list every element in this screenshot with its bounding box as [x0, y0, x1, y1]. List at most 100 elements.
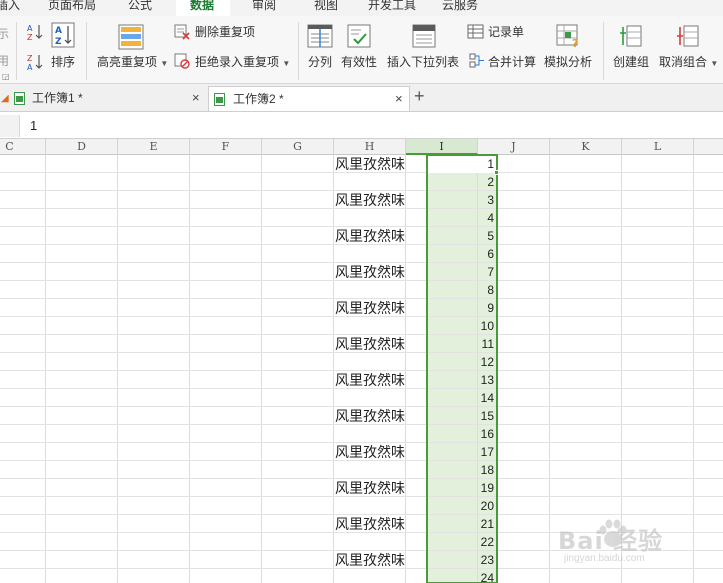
- cell-h3[interactable]: 风里孜然味: [335, 191, 425, 209]
- column-header-c[interactable]: C: [0, 139, 46, 155]
- close-icon[interactable]: ×: [395, 87, 403, 111]
- formula-bar: 1: [0, 112, 723, 139]
- chevron-down-icon: ▼: [160, 59, 169, 68]
- menu-bar: 插入 页面布局 公式 数据 审阅 视图 开发工具 云服务: [0, 0, 723, 16]
- cell-h21[interactable]: 风里孜然味: [335, 515, 425, 533]
- split-columns-icon[interactable]: [307, 24, 333, 48]
- sort-icon[interactable]: A Z: [51, 22, 75, 48]
- modified-marker-icon: ◢: [1, 93, 9, 104]
- gridline-vertical: [333, 155, 334, 583]
- ungroup-label: 取消组合: [659, 55, 708, 69]
- chevron-down-icon: ▼: [710, 59, 719, 68]
- highlight-duplicates-button[interactable]: 高亮重复项 ▼: [97, 55, 168, 71]
- record-form-button[interactable]: 记录单: [488, 25, 524, 39]
- gridline-vertical: [189, 155, 190, 583]
- apply-label-partial[interactable]: 用: [0, 54, 9, 68]
- what-if-analysis-button[interactable]: 模拟分析: [544, 55, 592, 69]
- cell-h5[interactable]: 风里孜然味: [335, 227, 425, 245]
- menu-tab-formulas[interactable]: 公式: [128, 0, 152, 14]
- create-group-icon[interactable]: [619, 24, 643, 48]
- column-header-e[interactable]: E: [118, 139, 190, 155]
- ungroup-icon[interactable]: [676, 24, 700, 48]
- menu-tab-developer[interactable]: 开发工具: [368, 0, 416, 14]
- record-form-icon[interactable]: [467, 24, 484, 39]
- column-header-g[interactable]: G: [262, 139, 334, 155]
- menu-tab-cloud[interactable]: 云服务: [442, 0, 478, 14]
- document-tab-bar: ◢ 工作簿1 * × 工作簿2 * × +: [0, 84, 723, 112]
- column-header-i[interactable]: I: [406, 139, 478, 155]
- formula-input[interactable]: 1: [30, 118, 37, 133]
- ungroup-button[interactable]: 取消组合 ▼: [659, 55, 718, 71]
- gridline-vertical: [261, 155, 262, 583]
- cell-h9[interactable]: 风里孜然味: [335, 299, 425, 317]
- sort-ascending-icon[interactable]: A Z: [25, 22, 45, 42]
- ribbon-separator: [298, 22, 299, 80]
- highlight-duplicates-label: 高亮重复项: [97, 55, 158, 69]
- cell-h19[interactable]: 风里孜然味: [335, 479, 425, 497]
- formula-bar-left-edge: [0, 115, 20, 137]
- spreadsheet-file-icon: [14, 92, 25, 105]
- tab-workbook1-label: 工作簿1 *: [32, 91, 83, 105]
- show-label-partial[interactable]: 示: [0, 27, 9, 41]
- selection-border: [426, 154, 498, 583]
- validity-icon[interactable]: [347, 24, 371, 48]
- cell-h15[interactable]: 风里孜然味: [335, 407, 425, 425]
- column-header-l[interactable]: L: [622, 139, 694, 155]
- svg-text:?: ?: [572, 37, 578, 48]
- create-group-button[interactable]: 创建组: [613, 55, 649, 69]
- gridline-vertical: [117, 155, 118, 583]
- ribbon-separator: [16, 22, 17, 80]
- ribbon-separator: [603, 22, 604, 80]
- spreadsheet-file-icon: [214, 93, 225, 106]
- gridline-vertical: [45, 155, 46, 583]
- column-header-f[interactable]: F: [190, 139, 262, 155]
- column-header-row: CDEFGHIJKL: [0, 139, 723, 155]
- what-if-analysis-icon[interactable]: ?: [556, 24, 582, 48]
- cell-h1[interactable]: 风里孜然味: [335, 155, 425, 173]
- menu-tab-insert[interactable]: 插入: [0, 0, 20, 14]
- menu-tab-page-layout[interactable]: 页面布局: [48, 0, 96, 14]
- svg-text:Z: Z: [55, 37, 62, 47]
- insert-dropdown-list-icon[interactable]: [412, 24, 436, 48]
- cell-h11[interactable]: 风里孜然味: [335, 335, 425, 353]
- reject-duplicates-icon[interactable]: [174, 53, 190, 69]
- tab-workbook2[interactable]: 工作簿2 * ×: [208, 86, 410, 111]
- sort-button[interactable]: 排序: [51, 55, 75, 69]
- fill-handle[interactable]: [494, 170, 499, 175]
- svg-text:A: A: [27, 63, 33, 72]
- column-header-k[interactable]: K: [550, 139, 622, 155]
- cell-h23[interactable]: 风里孜然味: [335, 551, 425, 569]
- svg-text:A: A: [27, 24, 33, 33]
- watermark-text: Bai 经验: [558, 527, 664, 555]
- highlight-duplicates-icon[interactable]: [118, 24, 144, 50]
- remove-duplicates-icon[interactable]: [174, 24, 190, 40]
- svg-text:Z: Z: [27, 33, 33, 42]
- column-header-j[interactable]: J: [478, 139, 550, 155]
- consolidate-button[interactable]: 合并计算: [488, 55, 536, 69]
- column-header-h[interactable]: H: [334, 139, 406, 155]
- remove-duplicates-button[interactable]: 删除重复项: [195, 25, 255, 39]
- menu-tab-data[interactable]: 数据: [190, 0, 214, 14]
- menu-tab-review[interactable]: 审阅: [252, 0, 276, 14]
- split-columns-button[interactable]: 分列: [308, 55, 332, 69]
- cell-h17[interactable]: 风里孜然味: [335, 443, 425, 461]
- chevron-down-icon: ▼: [282, 59, 291, 68]
- tab-workbook1[interactable]: ◢ 工作簿1 * ×: [0, 86, 206, 111]
- menu-tab-view[interactable]: 视图: [314, 0, 338, 14]
- cell-h13[interactable]: 风里孜然味: [335, 371, 425, 389]
- column-header-d[interactable]: D: [46, 139, 118, 155]
- ribbon-separator: [86, 22, 87, 80]
- watermark-url: jingyan.baidu.com: [564, 553, 645, 564]
- new-tab-plus-icon[interactable]: +: [414, 86, 425, 107]
- insert-dropdown-list-button[interactable]: 插入下拉列表: [387, 55, 459, 69]
- svg-text:Z: Z: [27, 54, 33, 63]
- baidu-jingyan-watermark: Bai 经验 jingyan.baidu.com: [538, 517, 698, 573]
- consolidate-icon[interactable]: [469, 53, 485, 69]
- validity-button[interactable]: 有效性: [341, 55, 377, 69]
- sort-descending-icon[interactable]: Z A: [25, 52, 45, 72]
- close-icon[interactable]: ×: [192, 86, 200, 110]
- reject-duplicates-button[interactable]: 拒绝录入重复项 ▼: [195, 55, 290, 71]
- tab-workbook2-label: 工作簿2 *: [233, 92, 284, 106]
- svg-text:A: A: [55, 26, 62, 36]
- cell-h7[interactable]: 风里孜然味: [335, 263, 425, 281]
